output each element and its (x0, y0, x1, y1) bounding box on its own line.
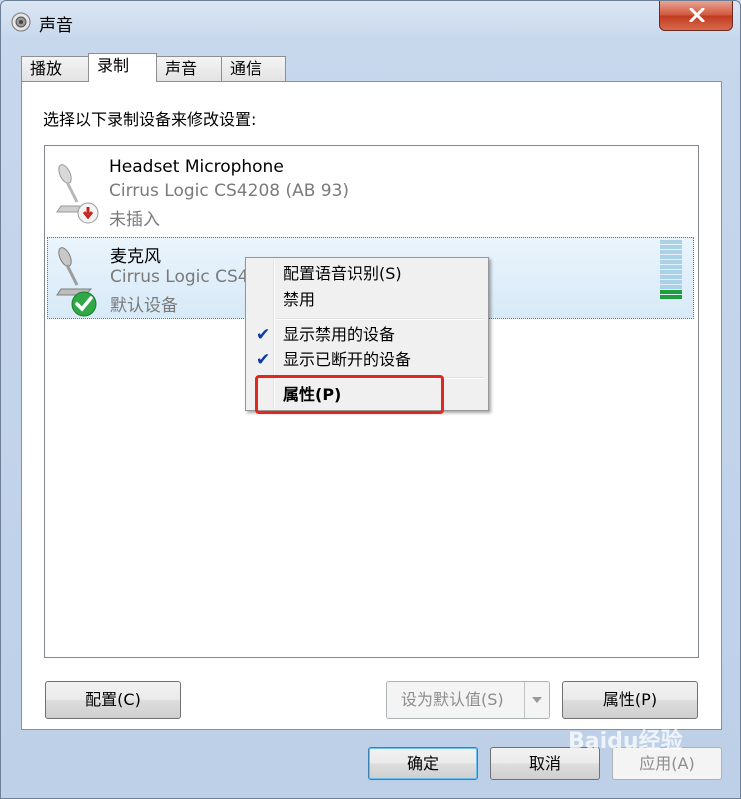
level-segment (660, 280, 682, 284)
device-driver: Cirrus Logic CS4208 (AB 93) (110, 267, 250, 287)
menu-item-disable[interactable]: 禁用 (248, 288, 486, 312)
level-segment (660, 245, 682, 249)
level-segment (660, 290, 682, 294)
speaker-icon (11, 12, 31, 32)
menu-item-show-disabled[interactable]: ✔ 显示禁用的设备 (248, 323, 486, 347)
chevron-down-icon[interactable] (524, 682, 549, 718)
level-segment (660, 295, 682, 299)
close-icon (689, 8, 705, 22)
level-segment (660, 240, 682, 244)
watermark: Baidu经验 (568, 729, 683, 754)
tab-recording[interactable]: 录制 (88, 53, 157, 82)
device-status: 默认设备 (110, 296, 178, 316)
device-item-headset-microphone[interactable]: Headset Microphone Cirrus Logic CS4208 (… (47, 154, 694, 236)
title-bar[interactable]: 声音 (1, 1, 740, 45)
close-button[interactable] (659, 1, 733, 31)
configure-button[interactable]: 配置(C) (45, 681, 181, 719)
default-check-icon (71, 291, 97, 317)
checkmark-icon: ✔ (256, 350, 271, 370)
menu-item-configure-speech[interactable]: 配置语音识别(S) (248, 262, 486, 286)
tab-playback[interactable]: 播放 (21, 56, 89, 81)
level-segment (660, 275, 682, 279)
level-segment (660, 255, 682, 259)
tab-communications[interactable]: 通信 (221, 56, 286, 81)
level-meter (660, 240, 682, 302)
level-segment (660, 250, 682, 254)
level-segment (660, 265, 682, 269)
unplugged-arrow-icon (77, 202, 99, 224)
checkmark-icon: ✔ (256, 325, 271, 345)
device-name: Headset Microphone (109, 157, 284, 177)
device-status: 未插入 (109, 210, 160, 230)
properties-button[interactable]: 属性(P) (562, 681, 698, 719)
instruction-text: 选择以下录制设备来修改设置: (43, 110, 257, 129)
menu-item-show-disconnected[interactable]: ✔ 显示已断开的设备 (248, 348, 486, 372)
level-segment (660, 270, 682, 274)
level-segment (660, 285, 682, 289)
tab-sounds[interactable]: 声音 (156, 56, 222, 81)
level-segment (660, 260, 682, 264)
set-default-button[interactable]: 设为默认值(S) (386, 681, 550, 719)
menu-separator (276, 318, 484, 320)
ok-button[interactable]: 确定 (368, 747, 478, 780)
window-title: 声音 (39, 16, 73, 36)
device-name: 麦克风 (110, 247, 161, 267)
highlight-annotation (255, 375, 444, 414)
device-driver: Cirrus Logic CS4208 (AB 93) (109, 181, 350, 201)
